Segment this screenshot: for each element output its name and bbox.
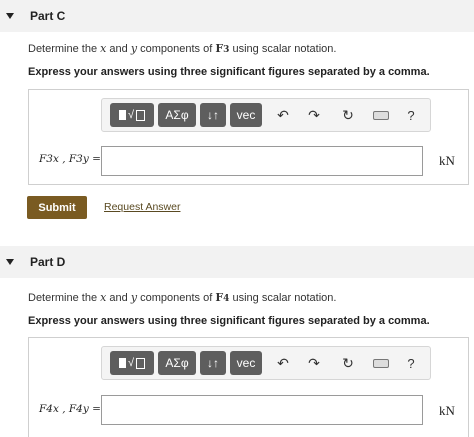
math-toolbar: √ ΑΣφ ↓↑ vec ↶ ↷ ↻ ? bbox=[101, 98, 431, 132]
reset-icon[interactable]: ↻ bbox=[337, 105, 359, 125]
unit-label: kN bbox=[439, 153, 455, 168]
greek-button[interactable]: ΑΣφ bbox=[158, 351, 196, 375]
undo-icon[interactable]: ↶ bbox=[272, 353, 294, 373]
subscript-button[interactable]: ↓↑ bbox=[200, 351, 226, 375]
answer-input[interactable] bbox=[101, 146, 423, 176]
subscript-button[interactable]: ↓↑ bbox=[200, 103, 226, 127]
part-title: Part C bbox=[30, 9, 66, 23]
templates-button[interactable]: √ bbox=[110, 351, 154, 375]
part-c-header[interactable]: Part C bbox=[0, 0, 474, 32]
keyboard-icon[interactable] bbox=[370, 353, 392, 373]
keyboard-icon[interactable] bbox=[370, 105, 392, 125]
reset-icon[interactable]: ↻ bbox=[337, 353, 359, 373]
undo-icon[interactable]: ↶ bbox=[272, 105, 294, 125]
collapse-caret-icon[interactable] bbox=[6, 13, 14, 19]
vector-button[interactable]: vec bbox=[230, 351, 262, 375]
templates-icon bbox=[118, 358, 126, 368]
templates-button[interactable]: √ bbox=[110, 103, 154, 127]
redo-icon[interactable]: ↷ bbox=[303, 105, 325, 125]
instruction-text: Express your answers using three signifi… bbox=[28, 315, 430, 327]
vector-button[interactable]: vec bbox=[230, 103, 262, 127]
templates-icon bbox=[118, 110, 126, 120]
unit-label: kN bbox=[439, 403, 455, 418]
help-icon[interactable]: ? bbox=[400, 353, 422, 373]
redo-icon[interactable]: ↷ bbox=[303, 353, 325, 373]
variable-label: F4x , F4y = bbox=[39, 403, 101, 415]
math-toolbar: √ ΑΣφ ↓↑ vec ↶ ↷ ↻ ? bbox=[101, 346, 431, 380]
part-title: Part D bbox=[30, 255, 66, 269]
part-d-header[interactable]: Part D bbox=[0, 246, 474, 278]
submit-button[interactable]: Submit bbox=[27, 196, 87, 219]
help-icon[interactable]: ? bbox=[400, 105, 422, 125]
collapse-caret-icon[interactable] bbox=[6, 259, 14, 265]
answer-box: √ ΑΣφ ↓↑ vec ↶ ↷ ↻ ? F4x , F4y = kN bbox=[28, 337, 469, 437]
answer-box: √ ΑΣφ ↓↑ vec ↶ ↷ ↻ ? F3x , F3y = kN bbox=[28, 89, 469, 185]
question-prompt: Determine the x and y components of F3 u… bbox=[28, 42, 337, 55]
request-answer-link[interactable]: Request Answer bbox=[104, 201, 180, 213]
answer-input[interactable] bbox=[101, 395, 423, 425]
instruction-text: Express your answers using three signifi… bbox=[28, 66, 430, 78]
question-prompt: Determine the x and y components of F4 u… bbox=[28, 291, 337, 304]
greek-button[interactable]: ΑΣφ bbox=[158, 103, 196, 127]
variable-label: F3x , F3y = bbox=[39, 153, 101, 165]
